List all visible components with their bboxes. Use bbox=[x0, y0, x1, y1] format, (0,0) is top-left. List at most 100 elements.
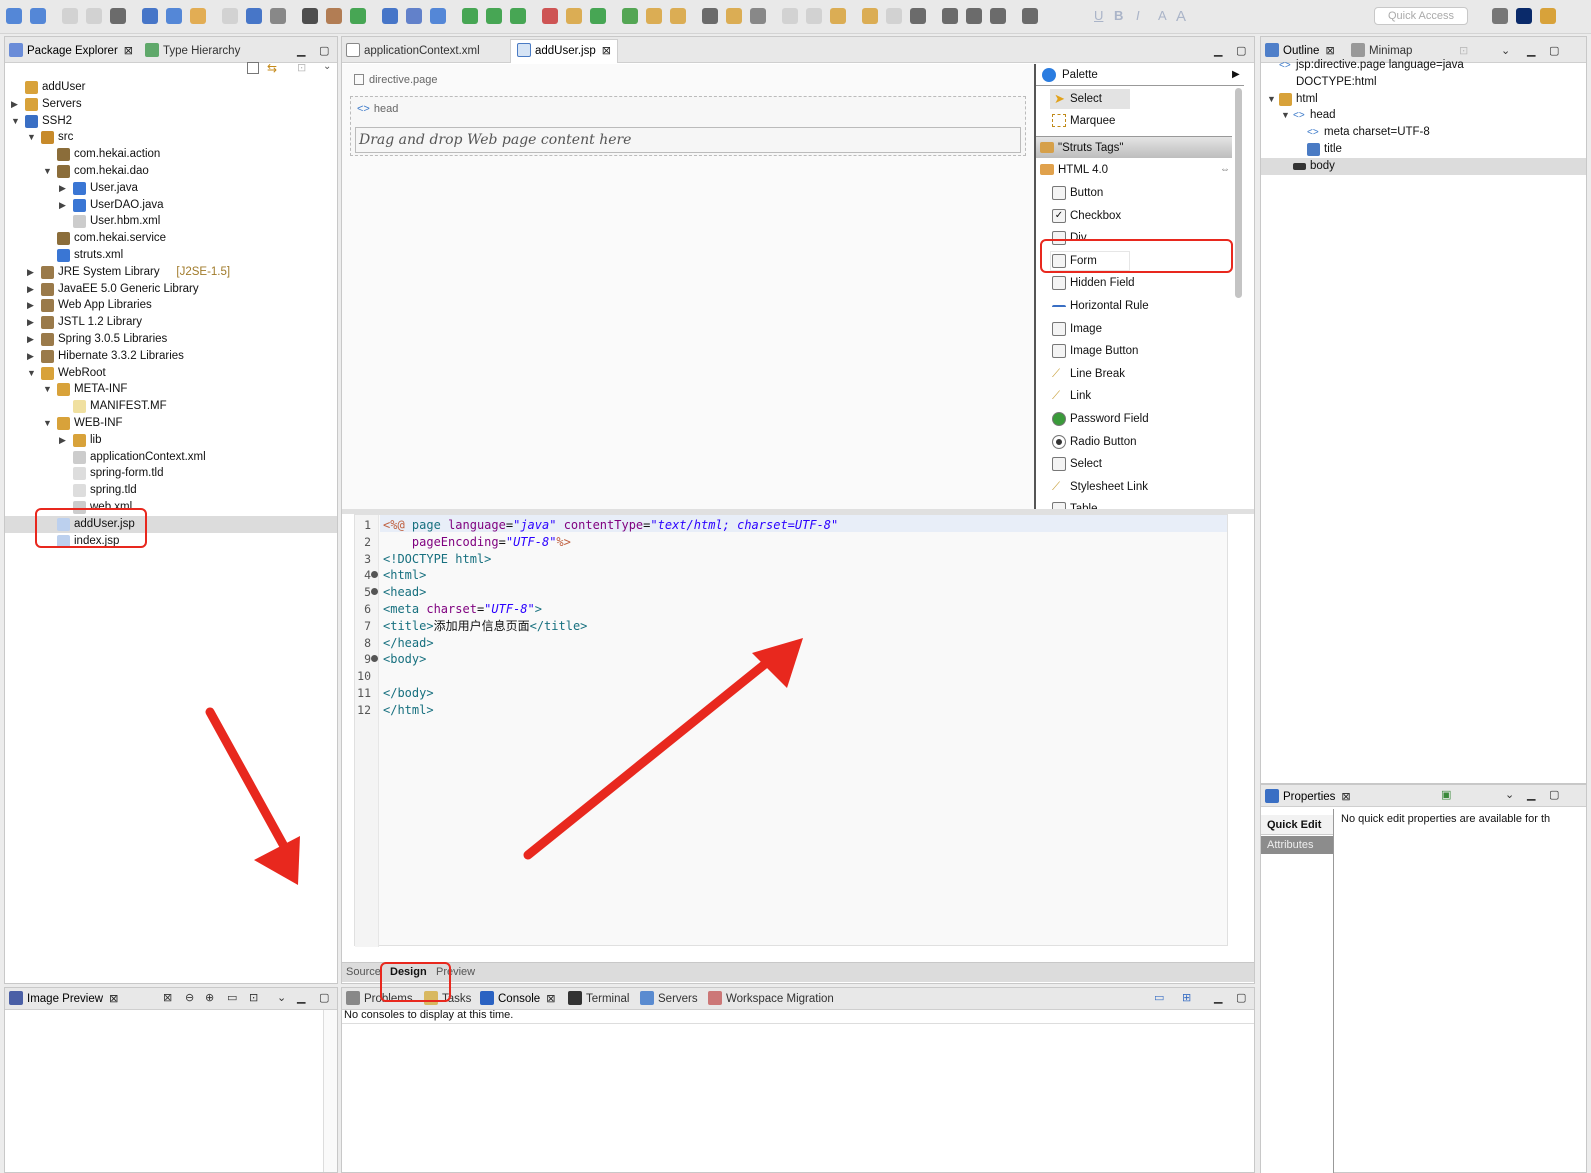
minimize-icon[interactable]: ▁ bbox=[1214, 991, 1222, 1004]
maximize-icon[interactable]: ▢ bbox=[1236, 44, 1246, 57]
refresh-icon[interactable] bbox=[590, 8, 606, 24]
code-line[interactable]: <%@ page language="java" contentType="te… bbox=[383, 517, 838, 534]
next-edit-icon[interactable] bbox=[806, 8, 822, 24]
twisty-icon[interactable]: ▶ bbox=[27, 314, 34, 331]
skip-icon[interactable] bbox=[166, 8, 182, 24]
format-button[interactable]: A bbox=[1176, 8, 1186, 25]
debug-icon[interactable] bbox=[462, 8, 478, 24]
tab-applicationcontext-xml[interactable]: applicationContext.xml bbox=[346, 41, 480, 61]
redo-icon[interactable] bbox=[222, 8, 238, 24]
head-container[interactable]: <> head Drag and drop Web page content he… bbox=[350, 96, 1026, 156]
actual-size-icon[interactable]: ▭ bbox=[227, 991, 237, 1004]
undo-icon[interactable] bbox=[190, 8, 206, 24]
palette-tool-marquee[interactable]: Marquee bbox=[1036, 110, 1232, 132]
tab-console[interactable]: Console ⊠ bbox=[480, 989, 555, 1009]
collapse-all-icon[interactable]: ⊡ bbox=[1459, 44, 1468, 57]
perspective-icon[interactable] bbox=[1492, 8, 1508, 24]
layout2-icon[interactable] bbox=[990, 8, 1006, 24]
minimize-icon[interactable]: ▁ bbox=[1527, 788, 1535, 801]
palette-drawer-html[interactable]: HTML 4.0 ⇔ bbox=[1036, 159, 1232, 181]
run-icon[interactable] bbox=[486, 8, 502, 24]
maximize-icon[interactable]: ▢ bbox=[1549, 44, 1559, 57]
palette-collapse-icon[interactable]: ▶ bbox=[1232, 64, 1240, 86]
deploy-icon[interactable] bbox=[270, 8, 286, 24]
open-console-icon[interactable]: ⊞ bbox=[1182, 991, 1191, 1004]
marker-icon[interactable] bbox=[750, 8, 766, 24]
palette-item[interactable]: Select bbox=[1036, 453, 1234, 475]
save-icon[interactable] bbox=[62, 8, 78, 24]
code-line[interactable]: </html> bbox=[383, 702, 434, 719]
twisty-icon[interactable]: ▶ bbox=[11, 96, 18, 113]
tree-item[interactable]: ▼ WebRoot bbox=[5, 365, 337, 382]
tab-properties[interactable]: Properties ⊠ bbox=[1265, 787, 1351, 807]
fold-icon[interactable] bbox=[371, 571, 378, 579]
close-icon[interactable]: ⊠ bbox=[602, 45, 611, 57]
tree-item[interactable]: struts.xml bbox=[5, 247, 337, 264]
palette-item[interactable]: Table bbox=[1036, 498, 1234, 509]
pin-icon[interactable]: ⇔ bbox=[1220, 159, 1230, 181]
open-task-icon[interactable] bbox=[646, 8, 662, 24]
coverage-icon[interactable] bbox=[510, 8, 526, 24]
view-menu-icon[interactable]: ⌄ bbox=[1501, 44, 1510, 57]
twisty-icon[interactable]: ▼ bbox=[1267, 91, 1276, 108]
tab-attributes[interactable]: Attributes bbox=[1261, 836, 1333, 854]
source-view[interactable]: 1 <%@ page language="java" contentType="t… bbox=[354, 514, 1228, 947]
minimize-icon[interactable]: ▁ bbox=[1527, 44, 1535, 57]
twisty-icon[interactable]: ▼ bbox=[27, 365, 36, 382]
database-icon[interactable] bbox=[1540, 8, 1556, 24]
twisty-icon[interactable]: ▶ bbox=[27, 331, 34, 348]
maximize-icon[interactable]: ▢ bbox=[1549, 788, 1559, 801]
palette-item[interactable]: ⟋ Link bbox=[1036, 385, 1234, 407]
outline-item[interactable]: DOCTYPE:html bbox=[1261, 74, 1586, 91]
drop-zone[interactable]: Drag and drop Web page content here bbox=[355, 127, 1021, 153]
image-preview-scrollbar[interactable] bbox=[323, 1010, 337, 1172]
outline-item[interactable]: <> jsp:directive.page language=java bbox=[1261, 57, 1586, 74]
link-editor-icon[interactable]: ⇆ bbox=[267, 61, 277, 75]
zoom-out-icon[interactable]: ⊖ bbox=[185, 991, 194, 1004]
palette-scrollbar[interactable] bbox=[1235, 88, 1242, 298]
palette-drawer-struts[interactable]: "Struts Tags" bbox=[1036, 136, 1232, 158]
directive-page-node[interactable]: directive.page bbox=[354, 72, 438, 88]
tab-terminal[interactable]: Terminal bbox=[568, 989, 629, 1009]
prev-edit-icon[interactable] bbox=[782, 8, 798, 24]
palette-item[interactable]: ✓ Checkbox bbox=[1036, 205, 1234, 227]
globe-icon[interactable] bbox=[430, 8, 446, 24]
open-type-icon[interactable] bbox=[622, 8, 638, 24]
twisty-icon[interactable]: ▶ bbox=[59, 197, 66, 214]
outline-item[interactable]: body bbox=[1261, 157, 1586, 175]
view-menu-icon[interactable]: ⌄ bbox=[323, 61, 331, 72]
code-line[interactable]: </head> bbox=[383, 635, 434, 652]
tree-item[interactable]: ▼ com.hekai.dao bbox=[5, 163, 337, 180]
back-icon[interactable] bbox=[830, 8, 846, 24]
tree-item[interactable]: com.hekai.service bbox=[5, 230, 337, 247]
outline-item[interactable]: ▼ html bbox=[1261, 91, 1586, 108]
tab-servers[interactable]: Servers bbox=[640, 989, 698, 1009]
close-icon[interactable]: ⊠ bbox=[109, 993, 118, 1005]
tree-item[interactable]: ▶ Servers bbox=[5, 96, 337, 113]
palette-item[interactable]: Image Button bbox=[1036, 340, 1234, 362]
tree-item[interactable]: MANIFEST.MF bbox=[5, 398, 337, 415]
maximize-icon[interactable]: ▢ bbox=[1236, 991, 1246, 1004]
align-icon[interactable] bbox=[1022, 8, 1038, 24]
forward-icon[interactable] bbox=[862, 8, 878, 24]
maximize-icon[interactable]: ▢ bbox=[319, 44, 329, 57]
tab-workspace-migration[interactable]: Workspace Migration bbox=[708, 989, 834, 1009]
code-line[interactable]: <title>添加用户信息页面</title> bbox=[383, 618, 587, 635]
maximize-icon[interactable]: ▢ bbox=[319, 991, 329, 1004]
zoom-in-icon[interactable]: ⊕ bbox=[205, 991, 214, 1004]
display-console-icon[interactable]: ▭ bbox=[1154, 991, 1164, 1004]
code-line[interactable]: <html> bbox=[383, 567, 426, 584]
close-icon[interactable]: ⊠ bbox=[124, 45, 133, 57]
close-icon[interactable]: ⊠ bbox=[1325, 45, 1334, 57]
split2-icon[interactable] bbox=[942, 8, 958, 24]
tree-item[interactable]: spring-form.tld bbox=[5, 465, 337, 482]
minimize-icon[interactable]: ▁ bbox=[297, 44, 305, 57]
palette-icon[interactable] bbox=[326, 8, 342, 24]
open-resource-icon[interactable] bbox=[726, 8, 742, 24]
twisty-icon[interactable]: ▶ bbox=[27, 297, 34, 314]
twisty-icon[interactable]: ▼ bbox=[1281, 107, 1290, 124]
palette-item[interactable]: ⟋ Stylesheet Link bbox=[1036, 476, 1234, 498]
new-properties-icon[interactable]: ▣ bbox=[1441, 788, 1451, 801]
code-line[interactable]: pageEncoding="UTF-8"%> bbox=[383, 534, 571, 551]
tab-type-hierarchy[interactable]: Type Hierarchy bbox=[145, 41, 240, 61]
